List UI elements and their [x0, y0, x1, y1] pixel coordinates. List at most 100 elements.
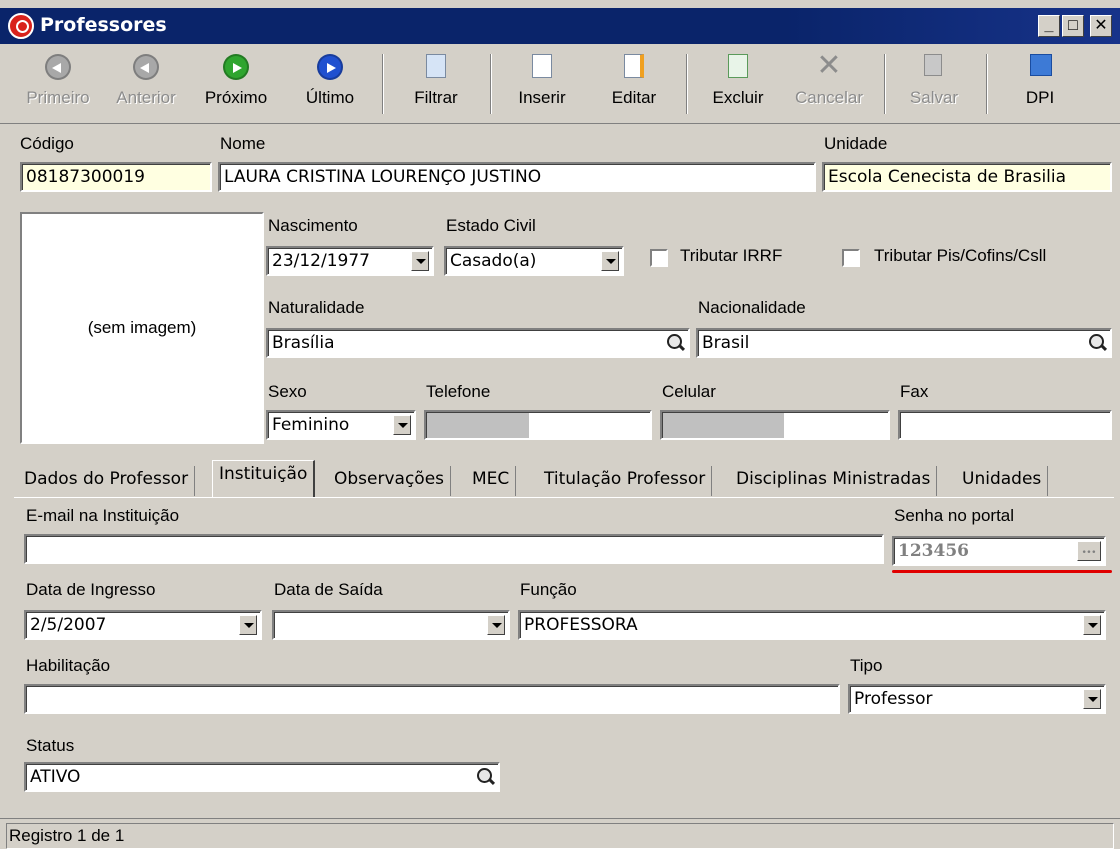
telefone-field[interactable] [424, 410, 652, 440]
search-icon[interactable] [664, 332, 686, 354]
senha-label: Senha no portal [894, 506, 1015, 525]
edit-button[interactable]: Editar [594, 50, 674, 116]
status-value: ATIVO [30, 767, 81, 787]
tab-instituicao[interactable]: Instituição [212, 460, 316, 498]
app-icon [8, 13, 34, 39]
delete-label: Excluir [712, 88, 764, 107]
nascimento-label: Nascimento [268, 216, 358, 235]
funcao-value: PROFESSORA [524, 615, 638, 635]
tab-titulacao-professor[interactable]: Titulação Professor [538, 466, 713, 496]
photo-placeholder: (sem imagem) [87, 318, 197, 337]
tab-unidades[interactable]: Unidades [956, 466, 1049, 496]
tipo-select[interactable]: Professor [848, 684, 1106, 714]
nacionalidade-field[interactable]: Brasil [696, 328, 1112, 358]
previous-icon [133, 54, 159, 80]
funcao-select[interactable]: PROFESSORA [518, 610, 1106, 640]
chevron-down-icon[interactable] [487, 615, 505, 635]
search-icon[interactable] [474, 766, 496, 788]
ingresso-field[interactable]: 2/5/2007 [24, 610, 262, 640]
dpi-icon [1027, 54, 1053, 80]
maximize-button[interactable]: □ [1062, 15, 1084, 37]
insert-button[interactable]: Inserir [502, 50, 582, 116]
codigo-field[interactable]: 08187300019 [20, 162, 212, 192]
close-button[interactable]: ✕ [1090, 15, 1112, 37]
chevron-down-icon[interactable] [601, 251, 619, 271]
saida-field[interactable] [272, 610, 510, 640]
nacionalidade-label: Nacionalidade [698, 298, 806, 317]
status-field[interactable]: ATIVO [24, 762, 500, 792]
tributar-irrf-checkbox[interactable] [650, 249, 668, 267]
toolbar: Primeiro Anterior Próximo Último Filtrar… [0, 44, 1120, 124]
tab-divider [14, 497, 1114, 498]
next-button[interactable]: Próximo [196, 50, 276, 116]
saida-label: Data de Saída [274, 580, 383, 599]
naturalidade-field[interactable]: Brasília [266, 328, 690, 358]
last-icon [317, 54, 343, 80]
save-button[interactable]: Salvar [894, 50, 974, 116]
tributar-pis-checkbox[interactable] [842, 249, 860, 267]
tipo-value: Professor [854, 689, 933, 709]
celular-label: Celular [662, 382, 716, 401]
next-icon [223, 54, 249, 80]
email-label: E-mail na Instituição [26, 506, 180, 525]
nome-label: Nome [220, 134, 266, 153]
celular-field[interactable] [660, 410, 890, 440]
status-bar-text: Registro 1 de 1 [6, 823, 1114, 849]
senha-field[interactable]: 123456 ... [892, 536, 1106, 566]
telefone-label: Telefone [426, 382, 491, 401]
email-field[interactable] [24, 534, 884, 564]
chevron-down-icon[interactable] [411, 251, 429, 271]
sexo-label: Sexo [268, 382, 307, 401]
filter-label: Filtrar [414, 88, 458, 107]
habilitacao-field[interactable] [24, 684, 840, 714]
naturalidade-label: Naturalidade [268, 298, 365, 317]
tab-observacoes[interactable]: Observações [328, 466, 452, 496]
chevron-down-icon[interactable] [1083, 689, 1101, 709]
insert-label: Inserir [518, 88, 566, 107]
save-label: Salvar [909, 88, 959, 107]
tab-dados-do-professor[interactable]: Dados do Professor [18, 466, 196, 496]
first-icon [45, 54, 71, 80]
senha-ellipsis-button[interactable]: ... [1077, 541, 1101, 561]
sexo-select[interactable]: Feminino [266, 410, 416, 440]
tab-disciplinas-ministradas[interactable]: Disciplinas Ministradas [730, 466, 938, 496]
chevron-down-icon[interactable] [393, 415, 411, 435]
last-label: Último [305, 88, 355, 107]
senha-highlight-underline [892, 570, 1112, 573]
previous-button[interactable]: Anterior [106, 50, 186, 116]
dpi-label: DPI [1025, 88, 1055, 107]
fax-field[interactable] [898, 410, 1112, 440]
edit-label: Editar [611, 88, 657, 107]
photo-box[interactable]: (sem imagem) [20, 212, 264, 444]
habilitacao-label: Habilitação [26, 656, 111, 675]
fax-label: Fax [900, 382, 929, 401]
funcao-label: Função [520, 580, 577, 599]
unidade-field[interactable]: Escola Cenecista de Brasilia [822, 162, 1112, 192]
dpi-button[interactable]: DPI [1000, 50, 1080, 116]
toolbar-separator [884, 54, 886, 114]
cancel-button[interactable]: ✕ Cancelar [784, 50, 874, 116]
minimize-button[interactable]: _ [1038, 15, 1060, 37]
filter-icon [423, 54, 449, 80]
first-button[interactable]: Primeiro [18, 50, 98, 116]
filter-button[interactable]: Filtrar [396, 50, 476, 116]
status-bar: Registro 1 de 1 [0, 818, 1120, 849]
window-title: Professores [40, 14, 167, 36]
nacionalidade-value: Brasil [702, 333, 750, 353]
sexo-value: Feminino [272, 415, 350, 435]
search-icon[interactable] [1086, 332, 1108, 354]
cancel-icon: ✕ [816, 49, 842, 82]
last-button[interactable]: Último [290, 50, 370, 116]
chevron-down-icon[interactable] [239, 615, 257, 635]
title-bar[interactable]: Professores _ □ ✕ [0, 8, 1120, 44]
nascimento-value: 23/12/1977 [272, 251, 370, 271]
chevron-down-icon[interactable] [1083, 615, 1101, 635]
nascimento-field[interactable]: 23/12/1977 [266, 246, 434, 276]
tab-mec[interactable]: MEC [466, 466, 517, 496]
codigo-label: Código [20, 134, 74, 153]
delete-button[interactable]: Excluir [698, 50, 778, 116]
first-label: Primeiro [26, 88, 90, 107]
estado-civil-select[interactable]: Casado(a) [444, 246, 624, 276]
estado-civil-label: Estado Civil [446, 216, 536, 235]
nome-field[interactable]: LAURA CRISTINA LOURENÇO JUSTINO [218, 162, 816, 192]
